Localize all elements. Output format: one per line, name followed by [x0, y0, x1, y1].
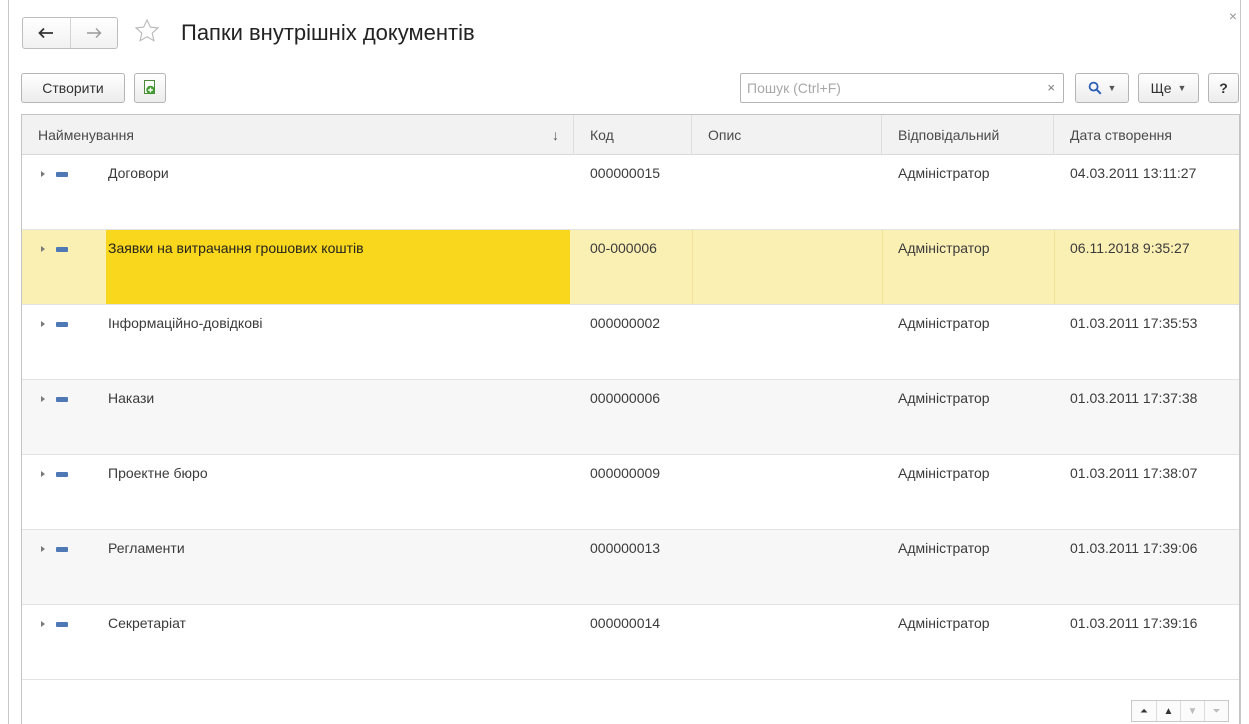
cell-code: 00-000006	[590, 240, 657, 256]
create-button[interactable]: Створити	[21, 73, 125, 103]
folder-icon	[56, 472, 68, 477]
cell-name: Секретаріат	[108, 615, 186, 631]
folders-table: Найменування ↓ Код Опис Відповідальний Д…	[21, 114, 1240, 724]
next-page-icon[interactable]: ▼	[1180, 701, 1204, 721]
cell-created: 06.11.2018 9:35:27	[1070, 240, 1190, 256]
first-page-icon[interactable]: ⏶	[1132, 701, 1156, 721]
cell-description	[692, 455, 882, 529]
cell-description	[692, 230, 882, 304]
cell-name: Регламенти	[108, 540, 185, 556]
chevron-down-icon: ▼	[1177, 83, 1187, 93]
table-row[interactable]: Регламенти 000000013 Адміністратор 01.03…	[22, 530, 1239, 605]
expand-arrow-icon[interactable]	[41, 396, 45, 402]
column-header-code[interactable]: Код	[574, 115, 692, 155]
copy-document-icon	[144, 80, 155, 95]
expand-arrow-icon[interactable]	[41, 171, 45, 177]
cell-responsible: Адміністратор	[898, 540, 990, 556]
table-row-selected[interactable]: Заявки на витрачання грошових коштів 00-…	[22, 230, 1239, 305]
table-row[interactable]: Секретаріат 000000014 Адміністратор 01.0…	[22, 605, 1239, 680]
cell-created: 01.03.2011 17:39:06	[1070, 540, 1198, 556]
close-icon[interactable]: ×	[1226, 8, 1240, 24]
cell-responsible: Адміністратор	[898, 315, 990, 331]
folder-icon	[56, 622, 68, 627]
column-divider	[1054, 230, 1055, 304]
expand-arrow-icon[interactable]	[41, 321, 45, 327]
cell-name: Інформаційно-довідкові	[108, 315, 263, 331]
folder-icon	[56, 322, 68, 327]
pager: ⏶ ▲ ▼ ⏷	[1131, 700, 1229, 722]
sort-descending-icon: ↓	[552, 127, 559, 143]
cell-description	[692, 530, 882, 604]
cell-code: 000000009	[590, 465, 661, 481]
cell-code: 000000013	[590, 540, 661, 556]
cell-responsible: Адміністратор	[898, 390, 990, 406]
cell-code: 000000006	[590, 390, 661, 406]
copy-button[interactable]	[134, 73, 166, 103]
cell-name: Проектне бюро	[108, 465, 208, 481]
more-button[interactable]: Ще ▼	[1138, 73, 1199, 103]
folder-icon	[56, 247, 68, 252]
search-input[interactable]	[742, 75, 1032, 101]
cell-name: Накази	[108, 390, 155, 406]
table-row[interactable]: Договори 000000015 Адміністратор 04.03.2…	[22, 155, 1239, 230]
help-button[interactable]: ?	[1208, 73, 1239, 103]
cell-description	[692, 305, 882, 379]
cell-code: 000000014	[590, 615, 661, 631]
cell-created: 01.03.2011 17:37:38	[1070, 390, 1198, 406]
column-header-created[interactable]: Дата створення	[1054, 115, 1239, 155]
column-header-name[interactable]: Найменування ↓	[22, 115, 574, 155]
search-icon	[1088, 81, 1102, 95]
folder-icon	[56, 397, 68, 402]
expand-arrow-icon[interactable]	[41, 471, 45, 477]
expand-arrow-icon[interactable]	[41, 621, 45, 627]
cell-code: 000000002	[590, 315, 661, 331]
cell-created: 04.03.2011 13:11:27	[1070, 165, 1197, 181]
last-page-icon[interactable]: ⏷	[1204, 701, 1228, 721]
column-header-responsible[interactable]: Відповідальний	[882, 115, 1054, 155]
search-button[interactable]: ▼	[1075, 73, 1129, 103]
clear-search-icon[interactable]: ×	[1047, 80, 1055, 95]
table-row[interactable]: Проектне бюро 000000009 Адміністратор 01…	[22, 455, 1239, 530]
star-outline-icon[interactable]	[134, 18, 160, 44]
cell-created: 01.03.2011 17:35:53	[1070, 315, 1198, 331]
cell-responsible: Адміністратор	[898, 165, 990, 181]
folder-icon	[56, 547, 68, 552]
arrow-right-icon	[86, 28, 102, 38]
cell-responsible: Адміністратор	[898, 615, 990, 631]
column-divider	[882, 230, 883, 304]
arrow-left-icon	[38, 27, 54, 39]
search-box: ×	[740, 73, 1064, 103]
main-window: × Папки внутрішніх документів Створити ×	[8, 0, 1241, 724]
prev-page-icon[interactable]: ▲	[1156, 701, 1180, 721]
expand-arrow-icon[interactable]	[41, 546, 45, 552]
table-row[interactable]: Накази 000000006 Адміністратор 01.03.201…	[22, 380, 1239, 455]
cell-created: 01.03.2011 17:39:16	[1070, 615, 1198, 631]
more-button-label: Ще	[1150, 80, 1172, 96]
cell-description	[692, 605, 882, 679]
cell-name: Заявки на витрачання грошових коштів	[106, 230, 570, 304]
back-button[interactable]	[23, 18, 70, 48]
chevron-down-icon: ▼	[1107, 83, 1117, 93]
cell-responsible: Адміністратор	[898, 465, 990, 481]
cell-created: 01.03.2011 17:38:07	[1070, 465, 1198, 481]
page-title: Папки внутрішніх документів	[181, 20, 475, 45]
table-header: Найменування ↓ Код Опис Відповідальний Д…	[22, 115, 1239, 155]
column-header-description[interactable]: Опис	[692, 115, 882, 155]
table-row[interactable]: Інформаційно-довідкові 000000002 Адмініс…	[22, 305, 1239, 380]
cell-name: Договори	[108, 165, 169, 181]
cell-code: 000000015	[590, 165, 661, 181]
folder-icon	[56, 172, 68, 177]
navigation-buttons	[22, 17, 118, 49]
cell-description	[692, 380, 882, 454]
forward-button[interactable]	[69, 18, 118, 48]
expand-arrow-icon[interactable]	[41, 246, 45, 252]
cell-responsible: Адміністратор	[898, 240, 990, 256]
cell-description	[692, 155, 882, 229]
table-body: Договори 000000015 Адміністратор 04.03.2…	[22, 155, 1239, 680]
